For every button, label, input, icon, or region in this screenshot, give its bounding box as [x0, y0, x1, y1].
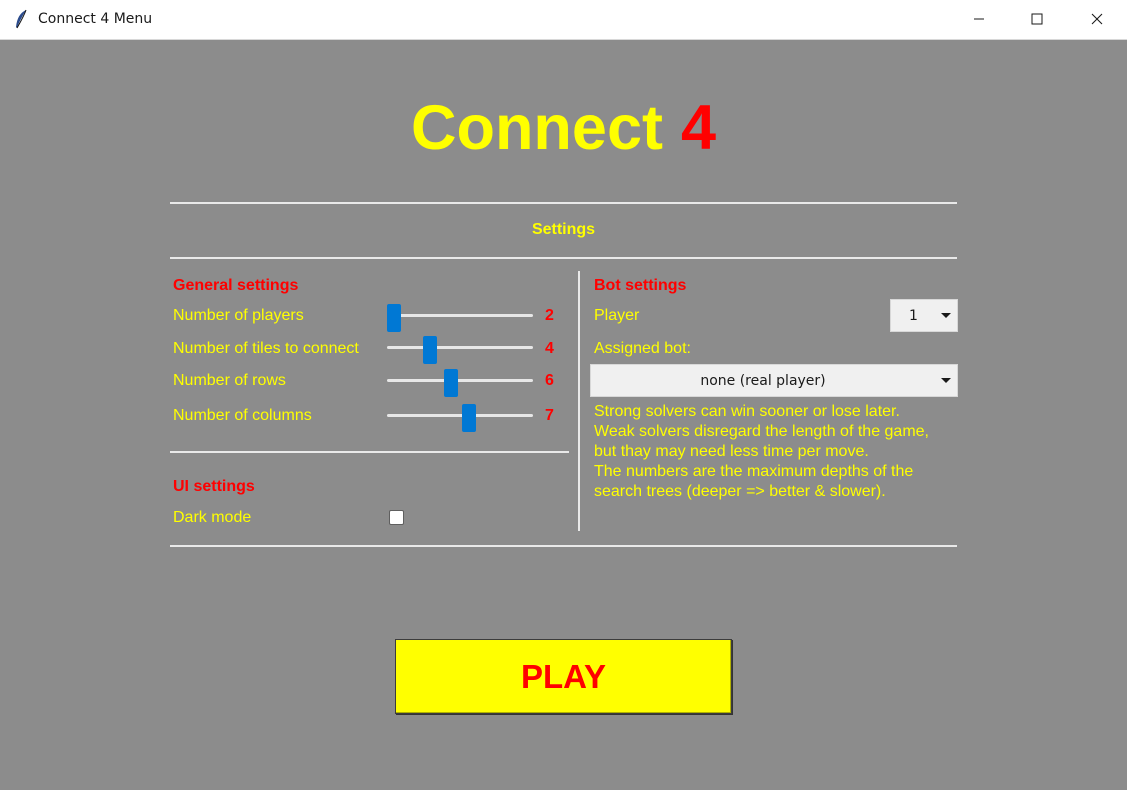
maximize-icon — [1031, 10, 1043, 29]
game-title: Connect 4 — [0, 92, 1127, 164]
slider-track — [387, 414, 533, 417]
bot-description-line: but thay may need less time per move. — [594, 443, 869, 460]
columns-value: 7 — [545, 407, 554, 424]
bot-description-line: Strong solvers can win sooner or lose la… — [594, 403, 900, 420]
players-value: 2 — [545, 307, 554, 324]
slider-thumb[interactable] — [462, 404, 476, 432]
bot-description-line: Weak solvers disregard the length of the… — [594, 423, 929, 440]
slider-thumb[interactable] — [423, 336, 437, 364]
tiles-value: 4 — [545, 340, 554, 357]
game-title-number: 4 — [680, 93, 717, 163]
player-label: Player — [594, 307, 640, 324]
players-label: Number of players — [173, 307, 304, 324]
player-select-value: 1 — [909, 308, 918, 324]
chevron-down-icon — [941, 378, 951, 383]
play-button[interactable]: PLAY — [395, 639, 732, 714]
tiles-slider[interactable] — [387, 336, 533, 364]
divider-bottom — [170, 545, 957, 547]
bot-settings-title: Bot settings — [594, 277, 687, 294]
general-settings-title: General settings — [173, 277, 299, 294]
window-titlebar: Connect 4 Menu — [0, 0, 1127, 40]
columns-slider[interactable] — [387, 404, 533, 432]
assigned-bot-value: none (real player) — [700, 373, 826, 389]
dark-mode-checkbox[interactable] — [389, 510, 404, 525]
chevron-down-icon — [941, 313, 951, 318]
minimize-icon — [973, 10, 985, 29]
assigned-bot-select[interactable]: none (real player) — [590, 364, 958, 397]
slider-thumb[interactable] — [387, 304, 401, 332]
bot-description-line: The numbers are the maximum depths of th… — [594, 463, 914, 480]
slider-track — [387, 314, 533, 317]
feather-icon — [14, 9, 28, 33]
game-title-word: Connect — [410, 93, 663, 163]
divider-vertical — [578, 271, 580, 531]
divider-settings — [170, 257, 957, 259]
ui-settings-title: UI settings — [173, 478, 255, 495]
close-button[interactable] — [1068, 0, 1126, 39]
close-icon — [1091, 10, 1103, 29]
players-slider[interactable] — [387, 304, 533, 332]
settings-title: Settings — [531, 221, 596, 238]
slider-track — [387, 346, 533, 349]
minimize-button[interactable] — [950, 0, 1008, 39]
divider-general-ui — [170, 451, 569, 453]
columns-label: Number of columns — [173, 407, 312, 424]
slider-thumb[interactable] — [444, 369, 458, 397]
rows-slider[interactable] — [387, 369, 533, 397]
rows-label: Number of rows — [173, 372, 286, 389]
divider-top — [170, 202, 957, 204]
bot-description-line: search trees (deeper => better & slower)… — [594, 483, 886, 500]
maximize-button[interactable] — [1008, 0, 1066, 39]
dark-mode-label: Dark mode — [173, 509, 252, 526]
window-title: Connect 4 Menu — [38, 11, 153, 27]
tiles-label: Number of tiles to connect — [173, 340, 359, 357]
slider-track — [387, 379, 533, 382]
bot-description: Strong solvers can win sooner or lose la… — [594, 402, 954, 502]
player-select[interactable]: 1 — [890, 299, 958, 332]
rows-value: 6 — [545, 372, 554, 389]
assigned-bot-label: Assigned bot: — [594, 340, 691, 357]
